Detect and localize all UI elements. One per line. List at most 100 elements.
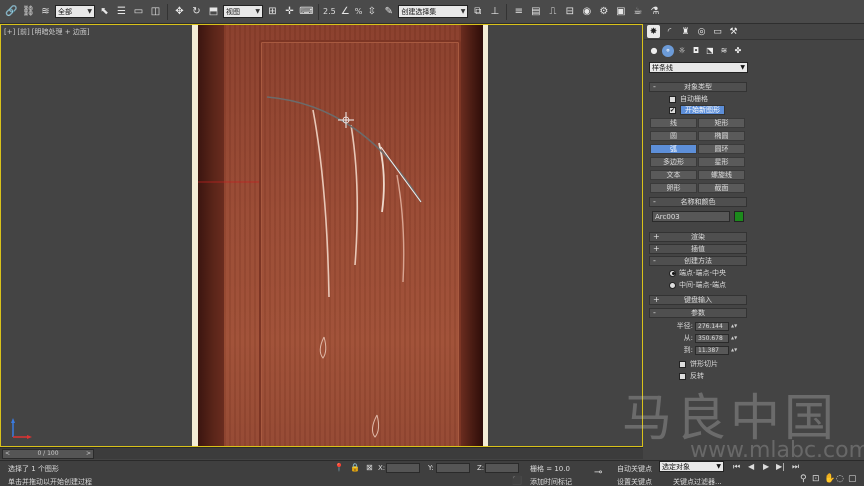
start-new-shape-row[interactable]: ✔ 开始新图形 [669,105,725,115]
helpers-icon[interactable]: ⬔ [704,45,716,57]
named-selection-set-select[interactable]: 创建选择集 ▼ [398,5,469,18]
key-filters-button[interactable]: 关键点过滤器... [673,477,722,486]
key-mode-select[interactable]: 选定对象 ▼ [659,461,724,472]
object-type-button[interactable]: 矩形 [698,118,745,128]
set-key-button[interactable]: 设置关键点 [617,477,652,486]
viewport-shading[interactable]: [明暗处理 + 边面] [32,28,90,36]
select-object-icon[interactable]: ⬉ [97,4,112,19]
next-frame-icon[interactable]: ▶| [776,462,785,471]
motion-tab-icon[interactable]: ◎ [695,25,708,38]
lock-icon[interactable]: 🔒 [350,463,360,472]
snap-toggle[interactable]: 2.5 [323,7,336,16]
auto-grid-checkbox[interactable] [669,95,676,103]
object-type-rollout[interactable]: - 对象类型 [649,82,747,92]
go-to-end-icon[interactable]: ⏭ [792,462,799,472]
spinner-arrows-icon[interactable]: ▲▼ [731,336,737,340]
keyboard-entry-rollout[interactable]: + 键盘输入 [649,295,747,305]
go-to-start-icon[interactable]: ⏮ [733,462,740,472]
viewport-label[interactable]: [+] [前] [明暗处理 + 边面] [4,27,92,37]
radio-end-end-middle[interactable] [669,269,676,277]
selection-filter-select[interactable]: 全部 ▼ [55,5,95,18]
rendering-rollout[interactable]: + 渲染 [649,232,747,242]
utilities-tab-icon[interactable]: ⚒ [727,25,740,38]
zoom-extents-icon[interactable]: ⊡ [812,474,820,484]
ribbon-icon[interactable]: ▤ [528,4,543,19]
interpolation-rollout[interactable]: + 插值 [649,244,747,254]
pan-icon[interactable]: ✋ [824,474,835,484]
bind-spacewarp-icon[interactable]: ≋ [38,4,53,19]
select-by-name-icon[interactable]: ☰ [114,4,129,19]
zoom-icon[interactable]: ⚲ [800,474,807,484]
viewport-menu[interactable]: [+] [4,28,15,36]
object-type-button[interactable]: 弧 [650,144,697,154]
keyboard-shortcut-icon[interactable]: ⌨ [299,4,314,19]
angle-snap-icon[interactable]: ∠ [338,4,353,19]
rectangular-selection-icon[interactable]: ▭ [131,4,146,19]
auto-grid-row[interactable]: 自动栅格 [669,94,708,104]
pie-slice-row[interactable]: 饼形切片 [679,359,718,369]
pin-icon[interactable]: 📍 [334,463,344,472]
start-new-shape-button[interactable]: 开始新图形 [680,105,725,115]
geometry-icon[interactable]: ● [648,45,660,57]
radio-center-end-end[interactable] [669,281,676,289]
scale-icon[interactable]: ⬒ [206,4,221,19]
maximize-viewport-icon[interactable]: ▢ [848,474,857,484]
modify-tab-icon[interactable]: ◜ [663,25,676,38]
object-type-button[interactable]: 文本 [650,170,697,180]
layer-manager-icon[interactable]: ≡ [511,4,526,19]
edit-named-selection-icon[interactable]: ✎ [381,4,396,19]
reference-coordinate-select[interactable]: 视图 ▼ [223,5,263,18]
previous-frame-icon[interactable]: ◀ [748,462,754,471]
object-type-button[interactable]: 线 [650,118,697,128]
object-type-button[interactable]: 圆 [650,131,697,141]
rendered-frame-icon[interactable]: ▣ [613,4,628,19]
z-coordinate-field[interactable] [485,463,519,473]
lights-icon[interactable]: ☼ [676,45,688,57]
absolute-mode-icon[interactable]: ⊠ [366,463,373,472]
hierarchy-tab-icon[interactable]: ♜ [679,25,692,38]
time-tag-icon[interactable]: ⬛ [512,476,522,485]
to-spinner[interactable]: 11.387 [695,345,729,355]
shapes-icon[interactable]: ⚬ [662,44,674,57]
auto-key-button[interactable]: 自动关键点 [617,464,652,474]
reverse-checkbox[interactable] [679,372,686,380]
viewport-view-type[interactable]: [前] [17,28,29,36]
mirror-icon[interactable]: ⧉ [470,4,485,19]
front-viewport[interactable]: [+] [前] [明暗处理 + 边面] [0,24,643,447]
render-production-icon[interactable]: ☕ [630,4,645,19]
shape-category-select[interactable]: 样条线 ▼ [649,62,748,73]
object-color-swatch[interactable] [734,211,744,222]
material-editor-icon[interactable]: ◉ [579,4,594,19]
systems-icon[interactable]: ✤ [732,45,744,57]
spinner-snap-icon[interactable]: ⇳ [364,4,379,19]
cameras-icon[interactable]: ◘ [690,45,702,57]
play-icon[interactable]: ▶ [763,462,769,471]
create-tab-icon[interactable]: ✸ [647,25,660,38]
name-color-rollout[interactable]: - 名称和颜色 [649,197,747,207]
parameters-rollout[interactable]: - 参数 [649,308,747,318]
object-type-button[interactable]: 多边形 [650,157,697,167]
object-name-field[interactable]: Arc003 [652,211,730,222]
move-icon[interactable]: ✥ [172,4,187,19]
time-slider[interactable]: <0 / 100 > [2,448,94,459]
object-type-button[interactable]: 卵形 [650,183,697,193]
window-crossing-icon[interactable]: ◫ [148,4,163,19]
pie-slice-checkbox[interactable] [679,360,686,368]
object-type-button[interactable]: 螺旋线 [698,170,745,180]
select-manipulate-icon[interactable]: ✛ [282,4,297,19]
unlink-icon[interactable]: ⛓ [21,4,36,19]
spinner-arrows-icon[interactable]: ▲▼ [731,348,737,352]
add-time-tag[interactable]: 添加时间标记 [530,477,572,486]
curve-editor-icon[interactable]: ⎍ [545,4,560,19]
schematic-view-icon[interactable]: ⊟ [562,4,577,19]
align-icon[interactable]: ⊥ [487,4,502,19]
radius-spinner[interactable]: 276.144 [695,321,729,331]
x-coordinate-field[interactable] [386,463,420,473]
object-type-button[interactable]: 截面 [698,183,745,193]
render-setup-icon[interactable]: ⚙ [596,4,611,19]
spacewarps-icon[interactable]: ≋ [718,45,730,57]
creation-option-end-end-middle[interactable]: 端点-端点-中央 [669,268,726,278]
spinner-arrows-icon[interactable]: ▲▼ [731,324,737,328]
creation-option-center-end-end[interactable]: 中间-端点-端点 [669,280,726,290]
object-type-button[interactable]: 椭圆 [698,131,745,141]
